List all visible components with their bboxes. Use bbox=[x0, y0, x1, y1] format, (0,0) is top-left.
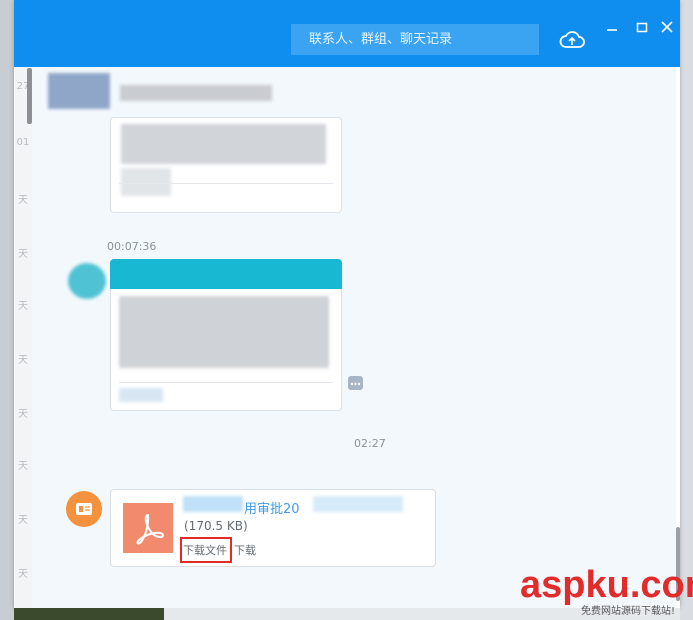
rail-label: 天 bbox=[18, 461, 28, 472]
message-card bbox=[110, 259, 342, 411]
avatar bbox=[68, 263, 106, 299]
file-name[interactable]: 用审批20 bbox=[244, 498, 300, 517]
more-icon[interactable] bbox=[348, 376, 363, 390]
card-header bbox=[110, 259, 342, 289]
chat-window: 联系人、群组、聊天记录 27 01 天 天 天 天 天 天 天 天 00:07:… bbox=[14, 0, 680, 608]
rail-label: 天 bbox=[18, 409, 28, 420]
close-icon[interactable] bbox=[661, 18, 673, 33]
minimize-icon[interactable] bbox=[606, 18, 618, 31]
message-area: 00:07:36 02:27 用审批20 (170.5 KB) 下载文件 下载 bbox=[32, 67, 676, 608]
download-file-link[interactable]: 下载文件 bbox=[183, 542, 227, 558]
file-size: (170.5 KB) bbox=[184, 519, 248, 533]
background-photo bbox=[14, 608, 164, 620]
background-edge bbox=[0, 0, 14, 620]
blurred-sender bbox=[120, 85, 272, 101]
rail-label: 天 bbox=[18, 569, 28, 580]
watermark-logo: aspku.com bbox=[520, 564, 693, 606]
avatar bbox=[48, 73, 110, 109]
title-bar: 联系人、群组、聊天记录 bbox=[14, 0, 680, 67]
search-input[interactable]: 联系人、群组、聊天记录 bbox=[291, 24, 539, 55]
rail-label: 天 bbox=[18, 301, 28, 312]
rail-label: 天 bbox=[18, 195, 28, 206]
rail-label: 天 bbox=[18, 515, 28, 526]
rail-label: 天 bbox=[18, 249, 28, 260]
cloud-upload-icon[interactable] bbox=[558, 27, 586, 53]
watermark-subtitle: 免费网站源码下载站! bbox=[581, 606, 676, 617]
message-time: 00:07:36 bbox=[107, 240, 157, 253]
pdf-icon bbox=[123, 503, 173, 553]
download-link[interactable]: 下载 bbox=[234, 542, 256, 558]
file-message-card[interactable]: 用审批20 (170.5 KB) 下载文件 下载 bbox=[110, 489, 436, 567]
rail-label: 天 bbox=[18, 355, 28, 366]
message-card bbox=[110, 117, 342, 213]
rail-label: 01 bbox=[16, 137, 30, 148]
file-assistant-avatar bbox=[66, 491, 102, 527]
maximize-icon[interactable] bbox=[636, 18, 648, 33]
message-time: 02:27 bbox=[354, 437, 386, 450]
date-rail: 27 01 天 天 天 天 天 天 天 天 bbox=[14, 67, 32, 608]
